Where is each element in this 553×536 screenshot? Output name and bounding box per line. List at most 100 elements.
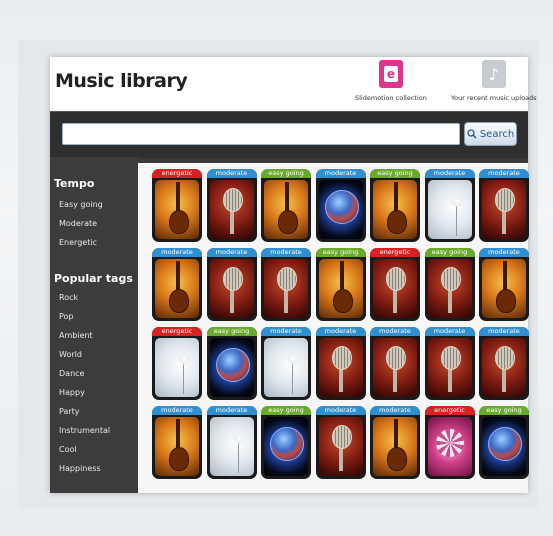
- tag-item-world[interactable]: World: [59, 350, 82, 359]
- search-input[interactable]: [62, 123, 460, 145]
- music-upload-icon: ♪: [481, 60, 506, 88]
- dandelion-artwork-icon: [264, 338, 308, 397]
- guitar-artwork-icon: [155, 417, 199, 476]
- tag-item-party[interactable]: Party: [59, 407, 80, 416]
- microphone-artwork-icon: [373, 338, 417, 397]
- tempo-badge: easy going: [370, 169, 420, 178]
- tempo-badge: moderate: [315, 169, 366, 178]
- music-library-window: Music library e Slidemotion collection ♪…: [50, 57, 537, 493]
- tag-item-happy[interactable]: Happy: [59, 388, 85, 397]
- music-tile[interactable]: moderate: [206, 169, 257, 242]
- tag-item-instrumental[interactable]: Instrumental: [59, 426, 110, 435]
- music-tile[interactable]: moderate: [479, 327, 529, 400]
- tag-item-ambient[interactable]: Ambient: [59, 331, 93, 340]
- dandelion-artwork-icon: [209, 417, 254, 476]
- tempo-badge: moderate: [152, 248, 202, 257]
- tempo-badge: easy going: [261, 406, 311, 415]
- dandelion-artwork-icon: [155, 338, 199, 397]
- tempo-item-energetic[interactable]: Energetic: [59, 238, 97, 247]
- guitar-artwork-icon: [482, 259, 526, 318]
- disco-ball-artwork-icon: [427, 417, 472, 476]
- search-button-label: Search: [479, 128, 515, 140]
- globe-artwork-icon: [318, 180, 363, 239]
- tempo-badge: moderate: [479, 248, 529, 257]
- microphone-artwork-icon: [482, 180, 526, 239]
- globe-artwork-icon: [264, 417, 308, 476]
- music-tile[interactable]: moderate: [315, 406, 366, 479]
- microphone-artwork-icon: [427, 338, 472, 397]
- tempo-badge: easy going: [424, 248, 475, 257]
- tempo-badge: moderate: [315, 327, 366, 336]
- music-tile[interactable]: energetic: [424, 406, 475, 479]
- guitar-artwork-icon: [373, 417, 417, 476]
- music-tile[interactable]: easy going: [206, 327, 257, 400]
- music-tile[interactable]: easy going: [261, 406, 311, 479]
- music-tile[interactable]: moderate: [370, 327, 420, 400]
- page-title: Music library: [55, 70, 188, 92]
- tempo-item-easy-going[interactable]: Easy going: [59, 200, 103, 209]
- tempo-badge: easy going: [315, 248, 366, 257]
- tempo-badge: moderate: [152, 406, 202, 415]
- music-tile[interactable]: energetic: [152, 169, 202, 242]
- tag-item-cool[interactable]: Cool: [59, 445, 77, 454]
- music-tile[interactable]: moderate: [152, 248, 202, 321]
- music-tile[interactable]: energetic: [370, 248, 420, 321]
- music-tile[interactable]: moderate: [315, 169, 366, 242]
- music-tile-grid: energetic moderate easy going moderate easy …: [138, 163, 529, 493]
- tempo-heading: Tempo: [54, 177, 95, 190]
- music-tile[interactable]: moderate: [479, 169, 529, 242]
- tempo-badge: moderate: [206, 248, 257, 257]
- microphone-artwork-icon: [209, 259, 254, 318]
- tempo-badge: moderate: [370, 327, 420, 336]
- music-tile[interactable]: moderate: [370, 406, 420, 479]
- microphone-artwork-icon: [264, 259, 308, 318]
- guitar-artwork-icon: [264, 180, 308, 239]
- music-tile[interactable]: moderate: [152, 406, 202, 479]
- popular-tags-heading: Popular tags: [54, 272, 133, 285]
- tempo-badge: easy going: [479, 406, 529, 415]
- music-tile[interactable]: moderate: [424, 327, 475, 400]
- music-tile[interactable]: easy going: [370, 169, 420, 242]
- search-bar: Search: [50, 111, 528, 158]
- slidemotion-collection-button[interactable]: e Slidemotion collection: [355, 60, 427, 102]
- tempo-badge: moderate: [206, 406, 257, 415]
- music-tile[interactable]: easy going: [261, 169, 311, 242]
- tempo-badge: moderate: [479, 327, 529, 336]
- tempo-badge: energetic: [152, 327, 202, 336]
- microphone-artwork-icon: [318, 417, 363, 476]
- guitar-artwork-icon: [318, 259, 363, 318]
- music-tile[interactable]: moderate: [261, 248, 311, 321]
- slidemotion-collection-label: Slidemotion collection: [355, 94, 427, 102]
- music-tile[interactable]: easy going: [315, 248, 366, 321]
- guitar-artwork-icon: [155, 180, 199, 239]
- music-tile[interactable]: easy going: [479, 406, 529, 479]
- tag-item-dance[interactable]: Dance: [59, 369, 84, 378]
- music-tile[interactable]: moderate: [261, 327, 311, 400]
- microphone-artwork-icon: [209, 180, 254, 239]
- recent-uploads-button[interactable]: ♪ Your recent music uploads: [451, 60, 537, 102]
- tag-item-happiness[interactable]: Happiness: [59, 464, 101, 473]
- guitar-artwork-icon: [155, 259, 199, 318]
- music-tile[interactable]: moderate: [424, 169, 475, 242]
- tempo-badge: energetic: [424, 406, 475, 415]
- tempo-item-moderate[interactable]: Moderate: [59, 219, 97, 228]
- tempo-badge: moderate: [206, 169, 257, 178]
- music-tile[interactable]: moderate: [479, 248, 529, 321]
- tempo-badge: moderate: [424, 327, 475, 336]
- music-tile[interactable]: moderate: [206, 248, 257, 321]
- music-tile[interactable]: moderate: [315, 327, 366, 400]
- music-tile[interactable]: moderate: [206, 406, 257, 479]
- tag-item-rock[interactable]: Rock: [59, 293, 78, 302]
- microphone-artwork-icon: [482, 338, 526, 397]
- music-tile[interactable]: energetic: [152, 327, 202, 400]
- slidemotion-logo-icon: e: [378, 60, 403, 88]
- recent-uploads-label: Your recent music uploads: [451, 94, 537, 102]
- search-button[interactable]: Search: [464, 122, 517, 146]
- header-bar: Music library e Slidemotion collection ♪…: [50, 57, 537, 111]
- tag-item-pop[interactable]: Pop: [59, 312, 74, 321]
- music-tile[interactable]: easy going: [424, 248, 475, 321]
- tempo-badge: moderate: [370, 406, 420, 415]
- filter-sidebar: Tempo Easy going Moderate Energetic Popu…: [50, 157, 138, 493]
- tempo-badge: energetic: [152, 169, 202, 178]
- tempo-badge: easy going: [261, 169, 311, 178]
